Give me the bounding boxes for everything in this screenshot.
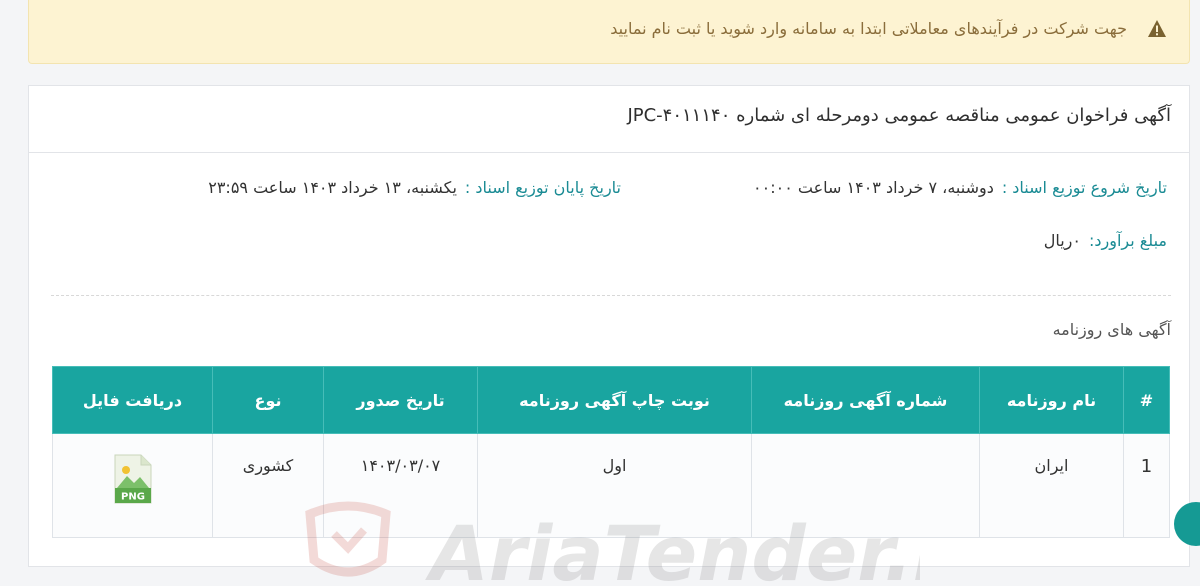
col-print-round: نوبت چاپ آگهی روزنامه [477,366,752,434]
row-download: PNG [52,433,213,538]
col-type: نوع [212,366,324,434]
start-value: دوشنبه، ۷ خرداد ۱۴۰۳ ساعت ۰۰:۰۰ [753,178,994,197]
divider [51,295,1171,296]
row-issue-date: ۱۴۰۳/۰۳/۰۷ [323,433,478,538]
table-row: 1 ایران اول ۱۴۰۳/۰۳/۰۷ کشوری PNG [52,433,1170,538]
table-header-row: # نام روزنامه شماره آگهی روزنامه نوبت چا… [52,366,1170,434]
newspaper-section-title: آگهی های روزنامه [1052,320,1171,339]
distribution-start: تاریخ شروع توزیع اسناد : دوشنبه، ۷ خرداد … [753,178,1167,197]
row-ad-number [751,433,980,538]
png-label: PNG [121,492,145,503]
warning-icon [1148,20,1166,37]
newspaper-table: # نام روزنامه شماره آگهی روزنامه نوبت چا… [52,366,1170,538]
amount-label: مبلغ برآورد: [1089,231,1167,250]
login-alert: جهت شرکت در فرآیندهای معاملاتی ابتدا به … [28,0,1190,64]
end-label: تاریخ پایان توزیع اسناد : [464,178,621,197]
alert-text: جهت شرکت در فرآیندهای معاملاتی ابتدا به … [610,19,1127,38]
end-value: یکشنبه، ۱۳ خرداد ۱۴۰۳ ساعت ۲۳:۵۹ [208,178,457,197]
png-file-icon[interactable]: PNG [113,454,153,504]
card-header: آگهی فراخوان عمومی مناقصه عمومی دومرحله … [29,86,1189,153]
estimated-amount: مبلغ برآورد: ۰ریال [1044,231,1167,250]
distribution-end: تاریخ پایان توزیع اسناد : یکشنبه، ۱۳ خردا… [208,178,621,197]
start-label: تاریخ شروع توزیع اسناد : [1001,178,1167,197]
row-type: کشوری [212,433,324,538]
col-newspaper-name: نام روزنامه [979,366,1124,434]
row-print-round: اول [477,433,752,538]
notice-title: آگهی فراخوان عمومی مناقصه عمومی دومرحله … [627,105,1171,126]
amount-value: ۰ریال [1043,231,1081,250]
col-ad-number: شماره آگهی روزنامه [751,366,980,434]
col-index: # [1123,366,1170,434]
row-index: 1 [1123,433,1170,538]
row-newspaper-name: ایران [979,433,1124,538]
col-issue-date: تاریخ صدور [323,366,478,434]
tender-card: آگهی فراخوان عمومی مناقصه عمومی دومرحله … [28,85,1190,567]
col-download: دریافت فایل [52,366,213,434]
